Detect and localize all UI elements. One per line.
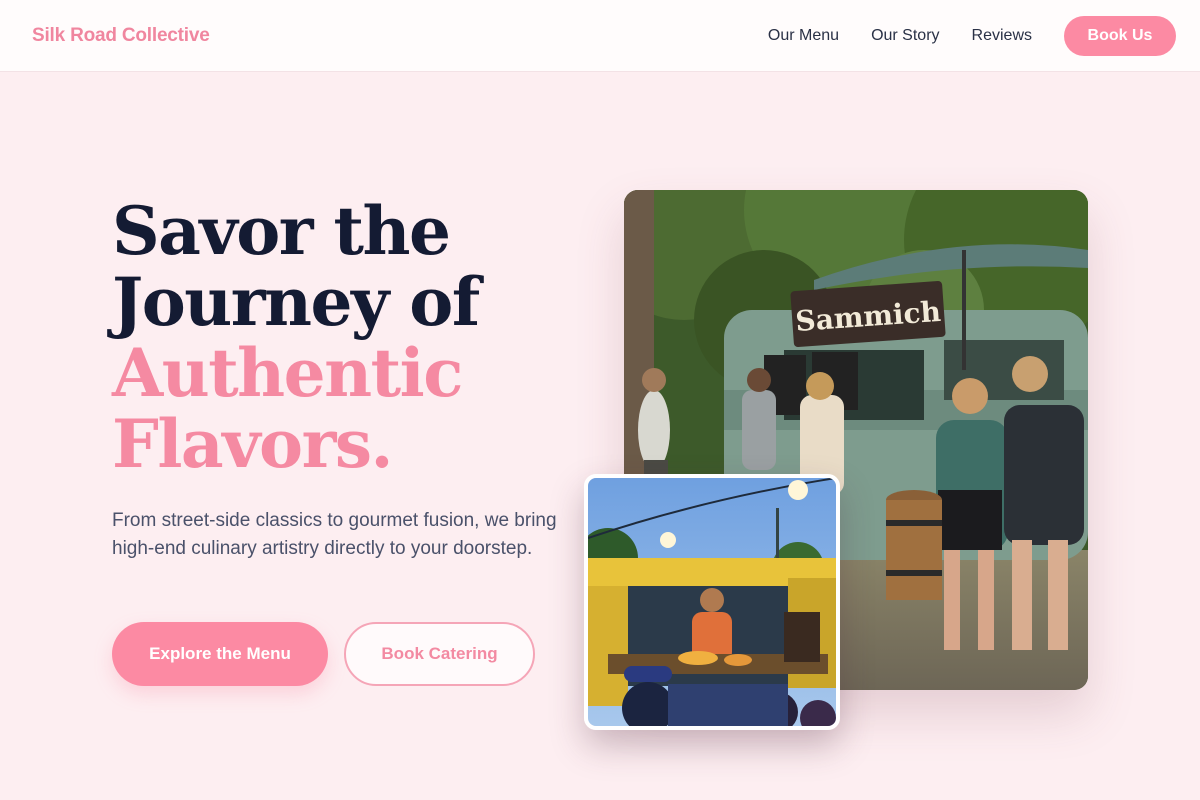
night-market-photo [584, 474, 840, 730]
hero-title-accent-line: Flavors. [112, 405, 393, 483]
hero-title-accent-line: Authentic [112, 334, 463, 412]
hero-subtitle: From street-side classics to gourmet fus… [112, 510, 557, 559]
hero-title: Savor the Journey of Authentic Flavors. [112, 196, 592, 480]
explore-menu-button[interactable]: Explore the Menu [112, 622, 328, 686]
book-catering-button[interactable]: Book Catering [344, 622, 535, 686]
nav-link-our-menu[interactable]: Our Menu [768, 27, 839, 45]
hero-title-line: Savor the [112, 192, 451, 270]
nav-link-our-story[interactable]: Our Story [871, 27, 939, 45]
brand-logo[interactable]: Silk Road Collective [32, 25, 210, 47]
main-nav: Our Menu Our Story Reviews Book Us [768, 15, 1176, 56]
site-header: Silk Road Collective Our Menu Our Story … [0, 0, 1200, 72]
hero-title-line: Journey of [112, 263, 480, 341]
nav-link-reviews[interactable]: Reviews [972, 27, 1032, 45]
book-us-button[interactable]: Book Us [1064, 15, 1176, 56]
